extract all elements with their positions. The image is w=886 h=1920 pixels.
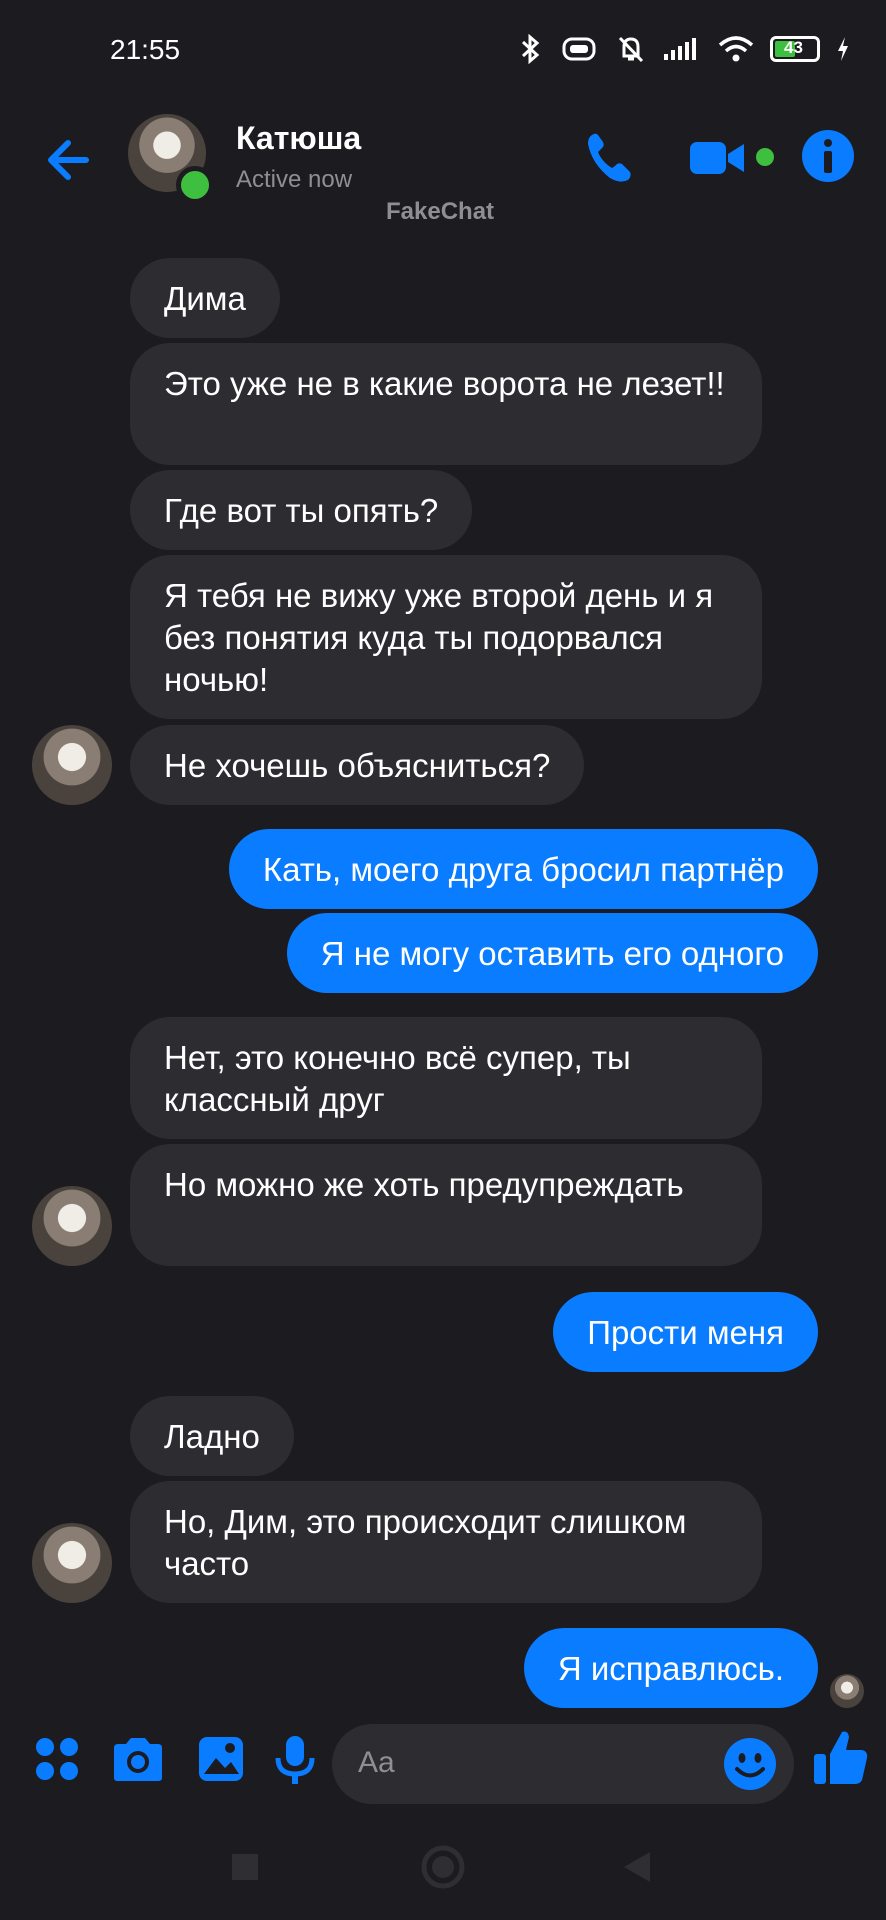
- recent-apps-icon[interactable]: [230, 1852, 260, 1882]
- charging-icon: [838, 37, 848, 61]
- phone-call-icon[interactable]: [580, 128, 640, 188]
- contact-status: Active now: [236, 166, 353, 193]
- message-bubble[interactable]: Я исправлюсь.: [523, 1628, 818, 1708]
- signal-icon: [664, 38, 696, 60]
- vibrate-icon: [562, 37, 596, 61]
- message-bubble[interactable]: Нет, это конечно всё супер, ты классный …: [130, 1017, 762, 1139]
- contact-avatar-small[interactable]: [32, 725, 112, 805]
- bluetooth-icon: [521, 34, 540, 64]
- status-bar: 21:55 43: [0, 0, 886, 100]
- home-icon[interactable]: [420, 1844, 466, 1890]
- message-bubble[interactable]: Но, Дим, это происходит слишком часто: [130, 1481, 762, 1603]
- message-bubble[interactable]: Я тебя не вижу уже второй день и я без п…: [130, 555, 762, 719]
- contact-avatar-small[interactable]: [32, 1523, 112, 1603]
- message-bubble[interactable]: Не хочешь объясниться?: [130, 725, 585, 805]
- video-active-dot: [756, 148, 774, 166]
- wifi-icon: [718, 36, 754, 62]
- microphone-icon[interactable]: [272, 1734, 318, 1786]
- mute-bell-icon: [618, 36, 644, 63]
- thumbs-up-icon[interactable]: [812, 1728, 870, 1788]
- system-nav-bar: [0, 1830, 886, 1920]
- contact-name[interactable]: Катюша: [236, 120, 361, 157]
- camera-icon[interactable]: [110, 1734, 166, 1784]
- apps-grid-icon[interactable]: [32, 1734, 82, 1784]
- message-bubble[interactable]: Прости меня: [553, 1292, 818, 1372]
- battery-level: 43: [784, 38, 803, 57]
- gallery-icon[interactable]: [196, 1734, 246, 1784]
- message-input[interactable]: Aa: [332, 1724, 794, 1804]
- message-bubble[interactable]: Где вот ты опять?: [130, 470, 473, 550]
- video-call-icon[interactable]: [688, 128, 748, 188]
- message-bubble[interactable]: Кать, моего друга бросил партнёр: [228, 829, 818, 909]
- message-bubble[interactable]: Я не могу оставить его одного: [286, 913, 818, 993]
- message-bubble[interactable]: Дима: [130, 258, 280, 338]
- seen-avatar: [830, 1674, 864, 1708]
- back-nav-icon[interactable]: [620, 1850, 654, 1884]
- status-icons: 43: [520, 34, 850, 64]
- chat-header: Катюша Active now FakeChat: [0, 100, 886, 225]
- battery-icon: 43: [770, 36, 820, 62]
- status-time: 21:55: [110, 34, 181, 65]
- contact-avatar-small[interactable]: [32, 1186, 112, 1266]
- message-input-placeholder: Aa: [358, 1746, 395, 1779]
- back-arrow-icon[interactable]: [40, 130, 100, 190]
- online-indicator: [176, 166, 214, 204]
- emoji-icon[interactable]: [722, 1736, 778, 1792]
- watermark: FakeChat: [386, 198, 495, 225]
- info-icon[interactable]: [800, 128, 856, 184]
- message-bubble[interactable]: Это уже не в какие ворота не лезет!!: [130, 343, 762, 465]
- message-bubble[interactable]: Но можно же хоть предупреждать: [130, 1144, 762, 1266]
- composer-bar: Aa: [0, 1720, 886, 1810]
- message-bubble[interactable]: Ладно: [130, 1396, 294, 1476]
